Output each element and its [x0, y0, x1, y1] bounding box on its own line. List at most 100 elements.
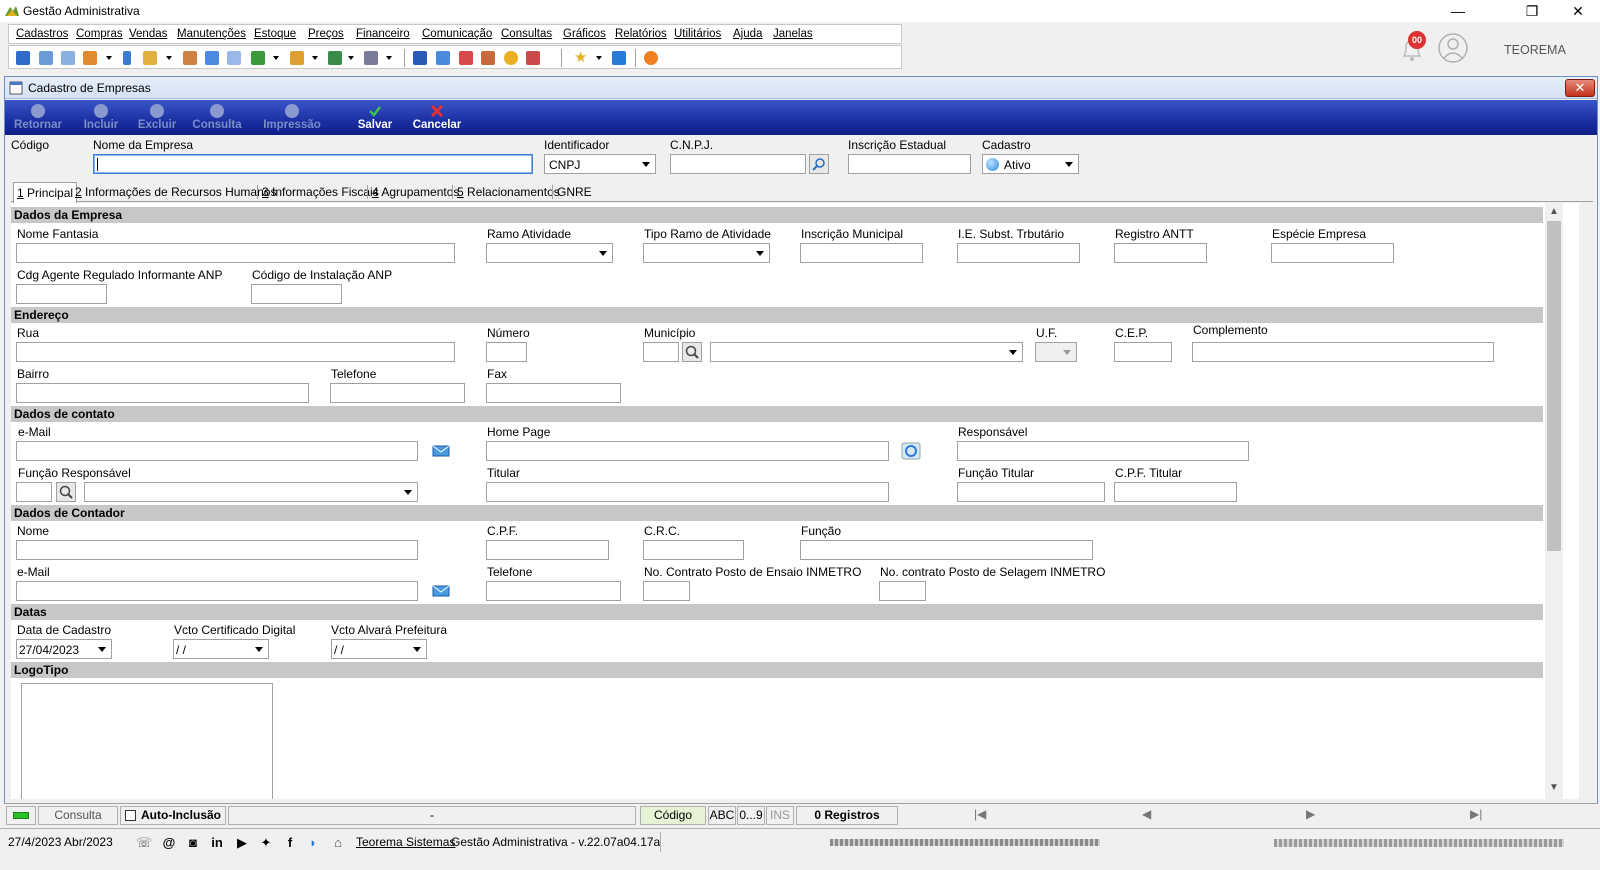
box-icon[interactable] — [143, 51, 157, 65]
contador-crc-input[interactable] — [643, 540, 744, 560]
chevron-down-icon[interactable] — [273, 56, 279, 60]
cpf-titular-input[interactable] — [1114, 482, 1237, 502]
chevron-down-icon[interactable] — [166, 56, 172, 60]
vcto-certificado-picker[interactable]: / / — [173, 639, 269, 659]
menu-relatorios[interactable]: Relatórios — [615, 28, 667, 40]
new-document-icon[interactable] — [16, 51, 30, 65]
municipio-search-button[interactable] — [682, 342, 702, 362]
impressao-button[interactable]: Impressão — [259, 104, 325, 131]
municipio-code-input[interactable] — [643, 342, 679, 362]
cadastro-status-select[interactable]: Ativo — [982, 154, 1079, 174]
id-card-icon[interactable] — [227, 51, 241, 65]
chevron-down-icon[interactable] — [637, 155, 655, 173]
menu-vendas[interactable]: Vendas — [129, 28, 167, 40]
posto-selagem-input[interactable] — [879, 581, 926, 601]
send-mail-icon[interactable] — [431, 442, 451, 460]
user-avatar-icon[interactable] — [1437, 32, 1469, 64]
municipio-select[interactable] — [710, 342, 1023, 362]
contador-nome-input[interactable] — [16, 540, 418, 560]
chevron-down-icon[interactable] — [596, 56, 602, 60]
nome-fantasia-input[interactable] — [16, 243, 455, 263]
calendar-icon[interactable] — [436, 51, 450, 65]
child-close-button[interactable]: ✕ — [1565, 79, 1595, 97]
contador-telefone-input[interactable] — [486, 581, 621, 601]
report-icon[interactable] — [526, 51, 540, 65]
funcao-search-button[interactable] — [56, 482, 76, 502]
power-icon[interactable] — [644, 51, 658, 65]
menu-janelas[interactable]: Janelas — [773, 28, 813, 40]
vertical-scrollbar[interactable]: ▲ ▼ — [1545, 203, 1563, 799]
contador-email-input[interactable] — [16, 581, 418, 601]
instagram-icon[interactable]: ◙ — [185, 835, 201, 851]
nome-empresa-input[interactable] — [93, 154, 533, 174]
calendar-alert-icon[interactable] — [459, 51, 473, 65]
rua-input[interactable] — [16, 342, 455, 362]
coin-icon[interactable] — [504, 51, 518, 65]
truck-icon[interactable] — [328, 51, 342, 65]
cart-icon[interactable] — [251, 51, 265, 65]
twitter-icon[interactable]: ✦ — [258, 835, 274, 851]
window-icon[interactable] — [612, 51, 626, 65]
tab-agrupamentos[interactable]: 4 Agrupamentos — [367, 185, 459, 199]
uf-select[interactable] — [1035, 342, 1077, 362]
scroll-up-icon[interactable]: ▲ — [1549, 207, 1559, 217]
contador-funcao-input[interactable] — [800, 540, 1093, 560]
vcto-alvara-picker[interactable]: / / — [331, 639, 427, 659]
anp-agente-input[interactable] — [16, 284, 107, 304]
tab-fiscais[interactable]: 3 Informações Fiscais — [257, 185, 379, 199]
complemento-input[interactable] — [1192, 342, 1494, 362]
telefone-input[interactable] — [330, 383, 465, 403]
bank-icon[interactable] — [205, 51, 219, 65]
send-mail-icon[interactable] — [431, 582, 451, 600]
user-icon[interactable] — [183, 51, 197, 65]
especie-empresa-input[interactable] — [1271, 243, 1394, 263]
menu-consultas[interactable]: Consultas — [501, 28, 552, 40]
cnpj-input[interactable] — [670, 154, 806, 174]
people-icon[interactable] — [39, 51, 53, 65]
incluir-button[interactable]: Incluir — [77, 104, 125, 131]
chevron-down-icon[interactable] — [594, 244, 612, 262]
checkbox-box[interactable] — [125, 810, 136, 821]
email-at-icon[interactable]: @ — [161, 835, 177, 851]
menu-comunicacao[interactable]: Comunicação — [422, 28, 492, 40]
titular-input[interactable] — [486, 482, 889, 502]
chevron-down-icon[interactable] — [399, 483, 417, 501]
numero-input[interactable] — [486, 342, 527, 362]
menu-cadastros[interactable]: Cadastros — [16, 28, 68, 40]
anp-instalacao-input[interactable] — [251, 284, 342, 304]
data-cadastro-picker[interactable]: 27/04/2023 — [16, 639, 112, 659]
fax-input[interactable] — [486, 383, 621, 403]
responsavel-input[interactable] — [957, 441, 1249, 461]
consulta-button[interactable]: Consulta — [187, 104, 247, 131]
email-input[interactable] — [16, 441, 418, 461]
cep-input[interactable] — [1114, 342, 1172, 362]
menu-manutencoes[interactable]: Manutenções — [177, 28, 246, 40]
chevron-down-icon[interactable] — [93, 640, 111, 658]
restore-button[interactable]: ❐ — [1510, 0, 1554, 22]
cancelar-button[interactable]: Cancelar — [409, 104, 465, 131]
excluir-button[interactable]: Excluir — [131, 104, 183, 131]
linkedin-icon[interactable]: in — [209, 835, 225, 851]
registro-antt-input[interactable] — [1114, 243, 1207, 263]
youtube-icon[interactable]: ▶ — [233, 835, 251, 851]
tipo-ramo-select[interactable] — [643, 243, 770, 263]
chevron-down-icon[interactable] — [1058, 343, 1076, 361]
cnpj-search-button[interactable] — [809, 154, 829, 174]
menu-precos[interactable]: Preços — [308, 28, 344, 40]
chevron-down-icon[interactable] — [312, 56, 318, 60]
logo-image-box[interactable] — [21, 683, 273, 799]
minimize-button[interactable]: — — [1436, 0, 1480, 22]
menu-compras[interactable]: Compras — [76, 28, 123, 40]
ie-subst-input[interactable] — [957, 243, 1080, 263]
tab-gnre[interactable]: GNRE — [552, 185, 592, 199]
tab-relacionamentos[interactable]: 5 Relacionamentos — [452, 185, 560, 199]
contador-cpf-input[interactable] — [486, 540, 609, 560]
package-icon[interactable] — [290, 51, 304, 65]
facebook-icon[interactable]: f — [282, 835, 298, 851]
chevron-down-icon[interactable] — [1060, 155, 1078, 173]
teorema-sistemas-link[interactable]: Teorema Sistemas — [356, 835, 455, 849]
bairro-input[interactable] — [16, 383, 309, 403]
posto-ensaio-input[interactable] — [643, 581, 690, 601]
home-page-input[interactable] — [486, 441, 889, 461]
funcao-responsavel-code-input[interactable] — [16, 482, 52, 502]
